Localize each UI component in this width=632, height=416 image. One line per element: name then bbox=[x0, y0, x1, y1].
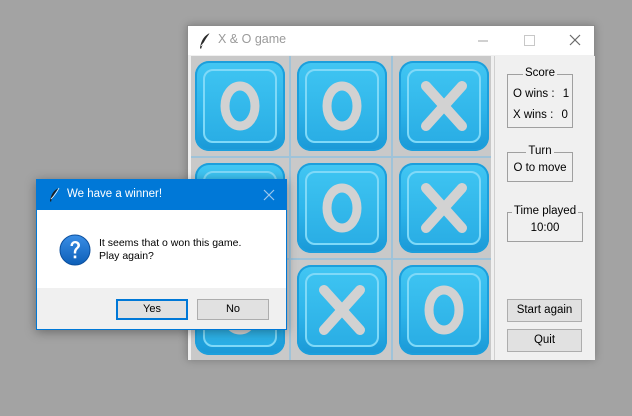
o-mark-icon bbox=[322, 183, 362, 233]
turn-group: Turn O to move bbox=[507, 145, 573, 182]
winner-dialog: We have a winner! It seems that o won th… bbox=[36, 179, 287, 330]
board-cell[interactable] bbox=[297, 265, 387, 355]
grid-line bbox=[191, 156, 491, 158]
o-wins-value: 1 bbox=[562, 88, 570, 100]
dialog-message-line-2: Play again? bbox=[99, 250, 154, 262]
dialog-title-bar[interactable]: We have a winner! bbox=[37, 180, 286, 210]
board-cell[interactable] bbox=[297, 163, 387, 253]
board-cell[interactable] bbox=[399, 163, 489, 253]
x-wins-label: X wins : bbox=[513, 109, 554, 121]
o-mark-icon bbox=[424, 285, 464, 335]
dialog-body: It seems that o won this game. Play agai… bbox=[37, 210, 286, 288]
turn-text: O to move bbox=[513, 162, 567, 174]
grid-line bbox=[289, 56, 291, 360]
turn-title: Turn bbox=[526, 145, 554, 157]
no-button[interactable]: No bbox=[197, 299, 269, 320]
minimize-icon bbox=[478, 40, 488, 42]
maximize-button[interactable] bbox=[506, 26, 552, 55]
close-icon bbox=[569, 34, 581, 46]
window-title: X & O game bbox=[218, 32, 287, 46]
maximize-icon bbox=[524, 35, 535, 46]
title-bar[interactable]: X & O game bbox=[188, 26, 594, 55]
board-cell[interactable] bbox=[399, 265, 489, 355]
board-cell[interactable] bbox=[297, 61, 387, 151]
feather-icon bbox=[50, 187, 60, 202]
x-mark-icon bbox=[319, 285, 365, 335]
time-group: Time played 10:00 bbox=[507, 205, 583, 242]
score-title: Score bbox=[522, 67, 558, 79]
side-panel: Score O wins : 1 X wins : 0 Turn O to mo… bbox=[494, 56, 595, 360]
minimize-button[interactable] bbox=[460, 26, 506, 55]
o-wins-label: O wins : bbox=[513, 88, 555, 100]
dialog-message: It seems that o won this game. Play agai… bbox=[99, 237, 241, 263]
o-mark-icon bbox=[220, 81, 260, 131]
dialog-title: We have a winner! bbox=[67, 188, 163, 200]
dialog-message-line-1: It seems that o won this game. bbox=[99, 237, 242, 249]
yes-button[interactable]: Yes bbox=[116, 299, 188, 320]
quit-button[interactable]: Quit bbox=[507, 329, 582, 352]
close-icon[interactable] bbox=[261, 187, 277, 203]
board-cell[interactable] bbox=[399, 61, 489, 151]
time-value: 10:00 bbox=[530, 222, 560, 234]
close-button[interactable] bbox=[552, 26, 598, 55]
o-wins-row: O wins : 1 bbox=[513, 88, 569, 100]
x-mark-icon bbox=[421, 183, 467, 233]
feather-icon bbox=[200, 32, 211, 49]
grid-line bbox=[391, 56, 393, 360]
time-title: Time played bbox=[511, 205, 579, 217]
x-mark-icon bbox=[421, 81, 467, 131]
question-icon bbox=[59, 234, 91, 266]
o-mark-icon bbox=[322, 81, 362, 131]
x-wins-row: X wins : 0 bbox=[513, 109, 568, 121]
score-group: Score O wins : 1 X wins : 0 bbox=[507, 67, 573, 128]
x-wins-value: 0 bbox=[561, 109, 568, 121]
board-cell[interactable] bbox=[195, 61, 285, 151]
start-again-button[interactable]: Start again bbox=[507, 299, 582, 322]
